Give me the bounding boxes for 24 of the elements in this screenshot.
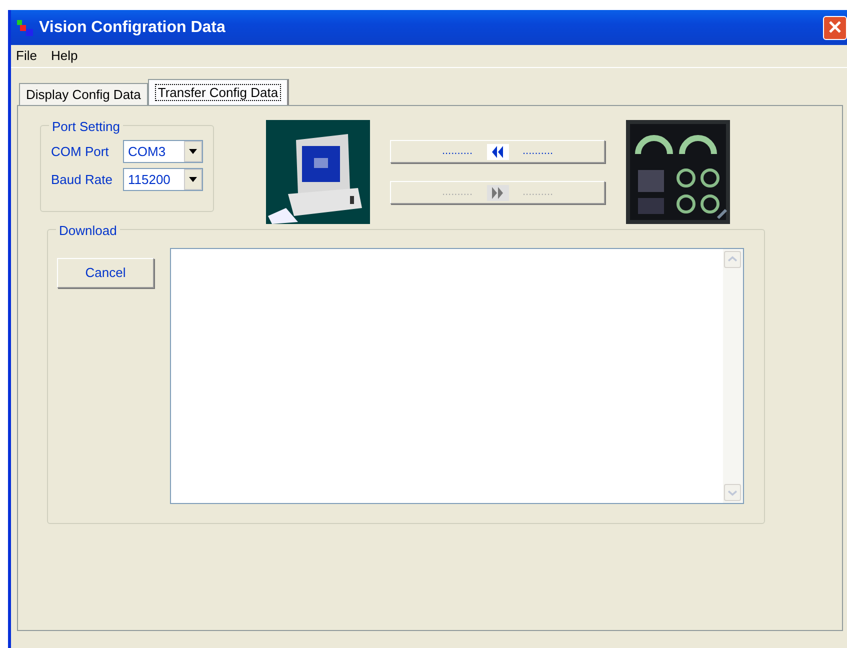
window-title: Vision Configration Data: [39, 18, 226, 38]
vertical-scrollbar[interactable]: [723, 249, 743, 503]
scroll-up-icon[interactable]: [724, 251, 741, 268]
cancel-button[interactable]: Cancel: [57, 258, 154, 288]
dropdown[interactable]: COM3: [123, 140, 203, 163]
dropdown-arrow-icon: [189, 177, 197, 182]
dropdown-value: 115200: [127, 171, 172, 189]
rewind-icon: [489, 144, 506, 160]
menu-item[interactable]: File: [16, 46, 37, 66]
transfer-button[interactable]: .......... ..........: [390, 140, 605, 163]
fast-forward-icon: [489, 184, 506, 200]
log-text-area[interactable]: [170, 248, 744, 504]
tab[interactable]: Display Config Data: [19, 83, 148, 105]
tab[interactable]: Transfer Config Data: [148, 79, 290, 105]
field-label: COM Port: [51, 142, 110, 161]
app-icon: [17, 20, 33, 36]
dropdown[interactable]: 115200: [123, 168, 203, 191]
close-button[interactable]: [823, 16, 847, 40]
menu-item[interactable]: Help: [50, 46, 78, 66]
dropdown-arrow-icon: [189, 149, 197, 154]
scroll-down-icon[interactable]: [724, 484, 741, 501]
close-icon: [829, 21, 841, 34]
field-label: Baud Rate: [51, 170, 114, 189]
dropdown-value: COM3: [127, 143, 167, 161]
